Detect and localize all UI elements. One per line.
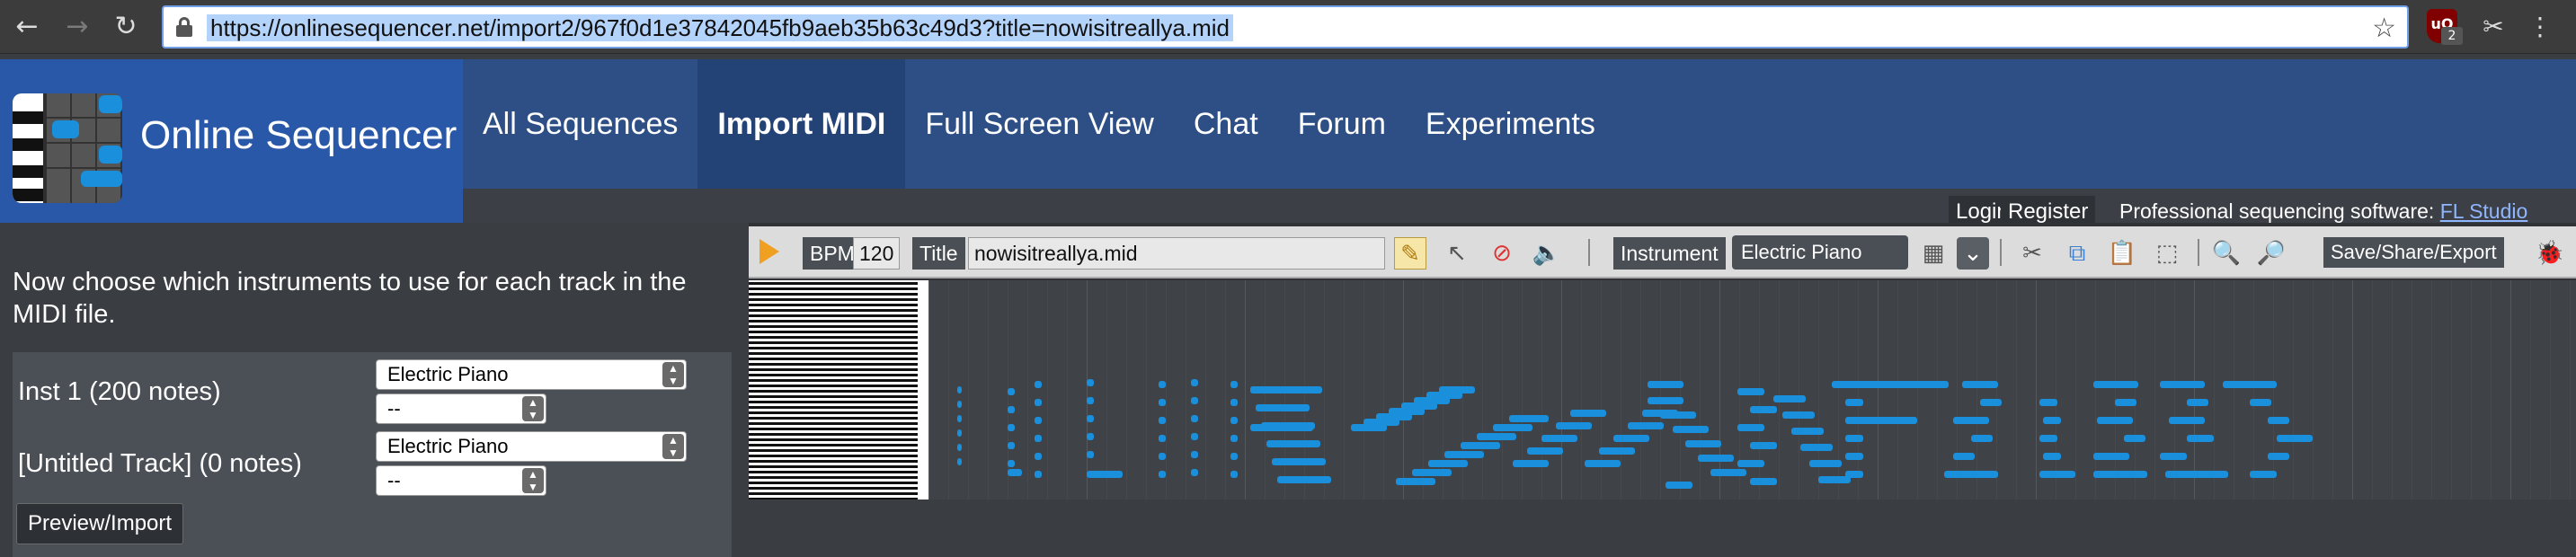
- paste-icon[interactable]: 📋: [2106, 237, 2138, 270]
- track-option-select[interactable]: -- ▲ ▼: [376, 465, 546, 496]
- main-nav: All Sequences Import MIDI Full Screen Vi…: [463, 59, 1615, 189]
- piano-keys-drawing: [749, 280, 928, 500]
- instrument-select-value: Electric Piano: [1741, 241, 1862, 263]
- cursor-icon[interactable]: ↖: [1441, 237, 1473, 270]
- track-name: Inst 1 (200 notes): [18, 377, 221, 406]
- speaker-icon[interactable]: 🔈: [1531, 237, 1563, 270]
- preview-import-button[interactable]: Preview/Import: [16, 503, 184, 544]
- brand-block[interactable]: Online Sequencer: [0, 59, 463, 223]
- piano-keys[interactable]: [749, 280, 928, 500]
- promo: Professional sequencing software: FL Stu…: [2119, 199, 2527, 224]
- select-value: --: [387, 397, 401, 420]
- erase-icon[interactable]: ⊘: [1486, 237, 1518, 270]
- note-grid-drawing: [928, 280, 2571, 500]
- logo-icon: [13, 93, 122, 203]
- chevron-down-icon[interactable]: ⌄: [1957, 237, 1989, 270]
- zoom-out-icon[interactable]: 🔍: [2210, 237, 2243, 270]
- pencil-icon[interactable]: ✎: [1394, 237, 1426, 270]
- copy-icon[interactable]: ⧉: [2061, 237, 2093, 270]
- sequencer-footer: [749, 500, 2576, 557]
- scissors-icon[interactable]: ✂: [2016, 237, 2048, 270]
- star-icon[interactable]: ☆: [2372, 13, 2396, 44]
- extension-badge: 2: [2441, 27, 2463, 45]
- zoom-in-icon[interactable]: 🔎: [2255, 237, 2287, 270]
- promo-text: Professional sequencing software:: [2119, 199, 2435, 223]
- browser-toolbar: ← → ↻ https://onlinesequencer.net/import…: [0, 0, 2576, 54]
- reload-icon[interactable]: ↻: [108, 9, 144, 45]
- forward-arrow-icon[interactable]: →: [59, 9, 95, 45]
- updown-arrows-icon: ▲ ▼: [662, 362, 684, 387]
- kebab-menu-icon[interactable]: ⋮: [2524, 11, 2556, 43]
- nav-forum[interactable]: Forum: [1278, 59, 1406, 189]
- instrument-label: Instrument: [1613, 237, 1726, 270]
- nav-full-screen-view[interactable]: Full Screen View: [905, 59, 1174, 189]
- nav-chat[interactable]: Chat: [1174, 59, 1278, 189]
- updown-arrows-icon: ▲ ▼: [662, 434, 684, 459]
- bug-icon[interactable]: 🐞: [2534, 237, 2566, 270]
- title-label: Title: [912, 237, 965, 270]
- import-instructions: Now choose which instruments to use for …: [13, 268, 687, 329]
- promo-link[interactable]: FL Studio: [2440, 199, 2528, 223]
- address-bar[interactable]: https://onlinesequencer.net/import2/967f…: [162, 5, 2409, 49]
- sequencer-toolbar: BPM 120 Title nowisitreallya.mid ✎ ↖ ⊘ 🔈…: [749, 226, 2576, 278]
- save-share-export-button[interactable]: Save/Share/Export: [2323, 237, 2504, 268]
- track-option-select[interactable]: -- ▲ ▼: [376, 393, 546, 424]
- select-all-icon[interactable]: ⬚: [2151, 237, 2183, 270]
- toolbar-separator: [2198, 239, 2199, 266]
- instrument-select[interactable]: Electric Piano: [1732, 235, 1908, 270]
- nav-experiments[interactable]: Experiments: [1406, 59, 1615, 189]
- track-name: [Untitled Track] (0 notes): [18, 449, 302, 478]
- scissors-extension-icon[interactable]: ✂: [2477, 11, 2509, 43]
- site-header: Online Sequencer All Sequences Import MI…: [0, 59, 2576, 223]
- url-text[interactable]: https://onlinesequencer.net/import2/967f…: [207, 14, 1233, 41]
- instrument-grid-icon[interactable]: ▦: [1917, 237, 1950, 270]
- lock-icon: [176, 17, 192, 37]
- toolbar-separator: [2000, 239, 2002, 266]
- title-input[interactable]: nowisitreallya.mid: [968, 237, 1385, 270]
- select-value: Electric Piano: [387, 435, 509, 457]
- back-arrow-icon[interactable]: ←: [9, 9, 45, 45]
- bpm-input[interactable]: 120: [853, 237, 900, 270]
- note-grid[interactable]: [928, 280, 2576, 500]
- updown-arrows-icon: ▲ ▼: [522, 396, 544, 421]
- select-value: Electric Piano: [387, 363, 509, 385]
- play-icon[interactable]: [759, 239, 779, 264]
- select-value: --: [387, 469, 401, 491]
- track-instrument-select[interactable]: Electric Piano ▲ ▼: [376, 431, 687, 462]
- nav-import-midi[interactable]: Import MIDI: [697, 59, 906, 189]
- brand-title[interactable]: Online Sequencer: [140, 113, 457, 158]
- track-instrument-select[interactable]: Electric Piano ▲ ▼: [376, 359, 687, 390]
- nav-all-sequences[interactable]: All Sequences: [463, 59, 697, 189]
- updown-arrows-icon: ▲ ▼: [522, 468, 544, 493]
- toolbar-separator: [1588, 239, 1590, 266]
